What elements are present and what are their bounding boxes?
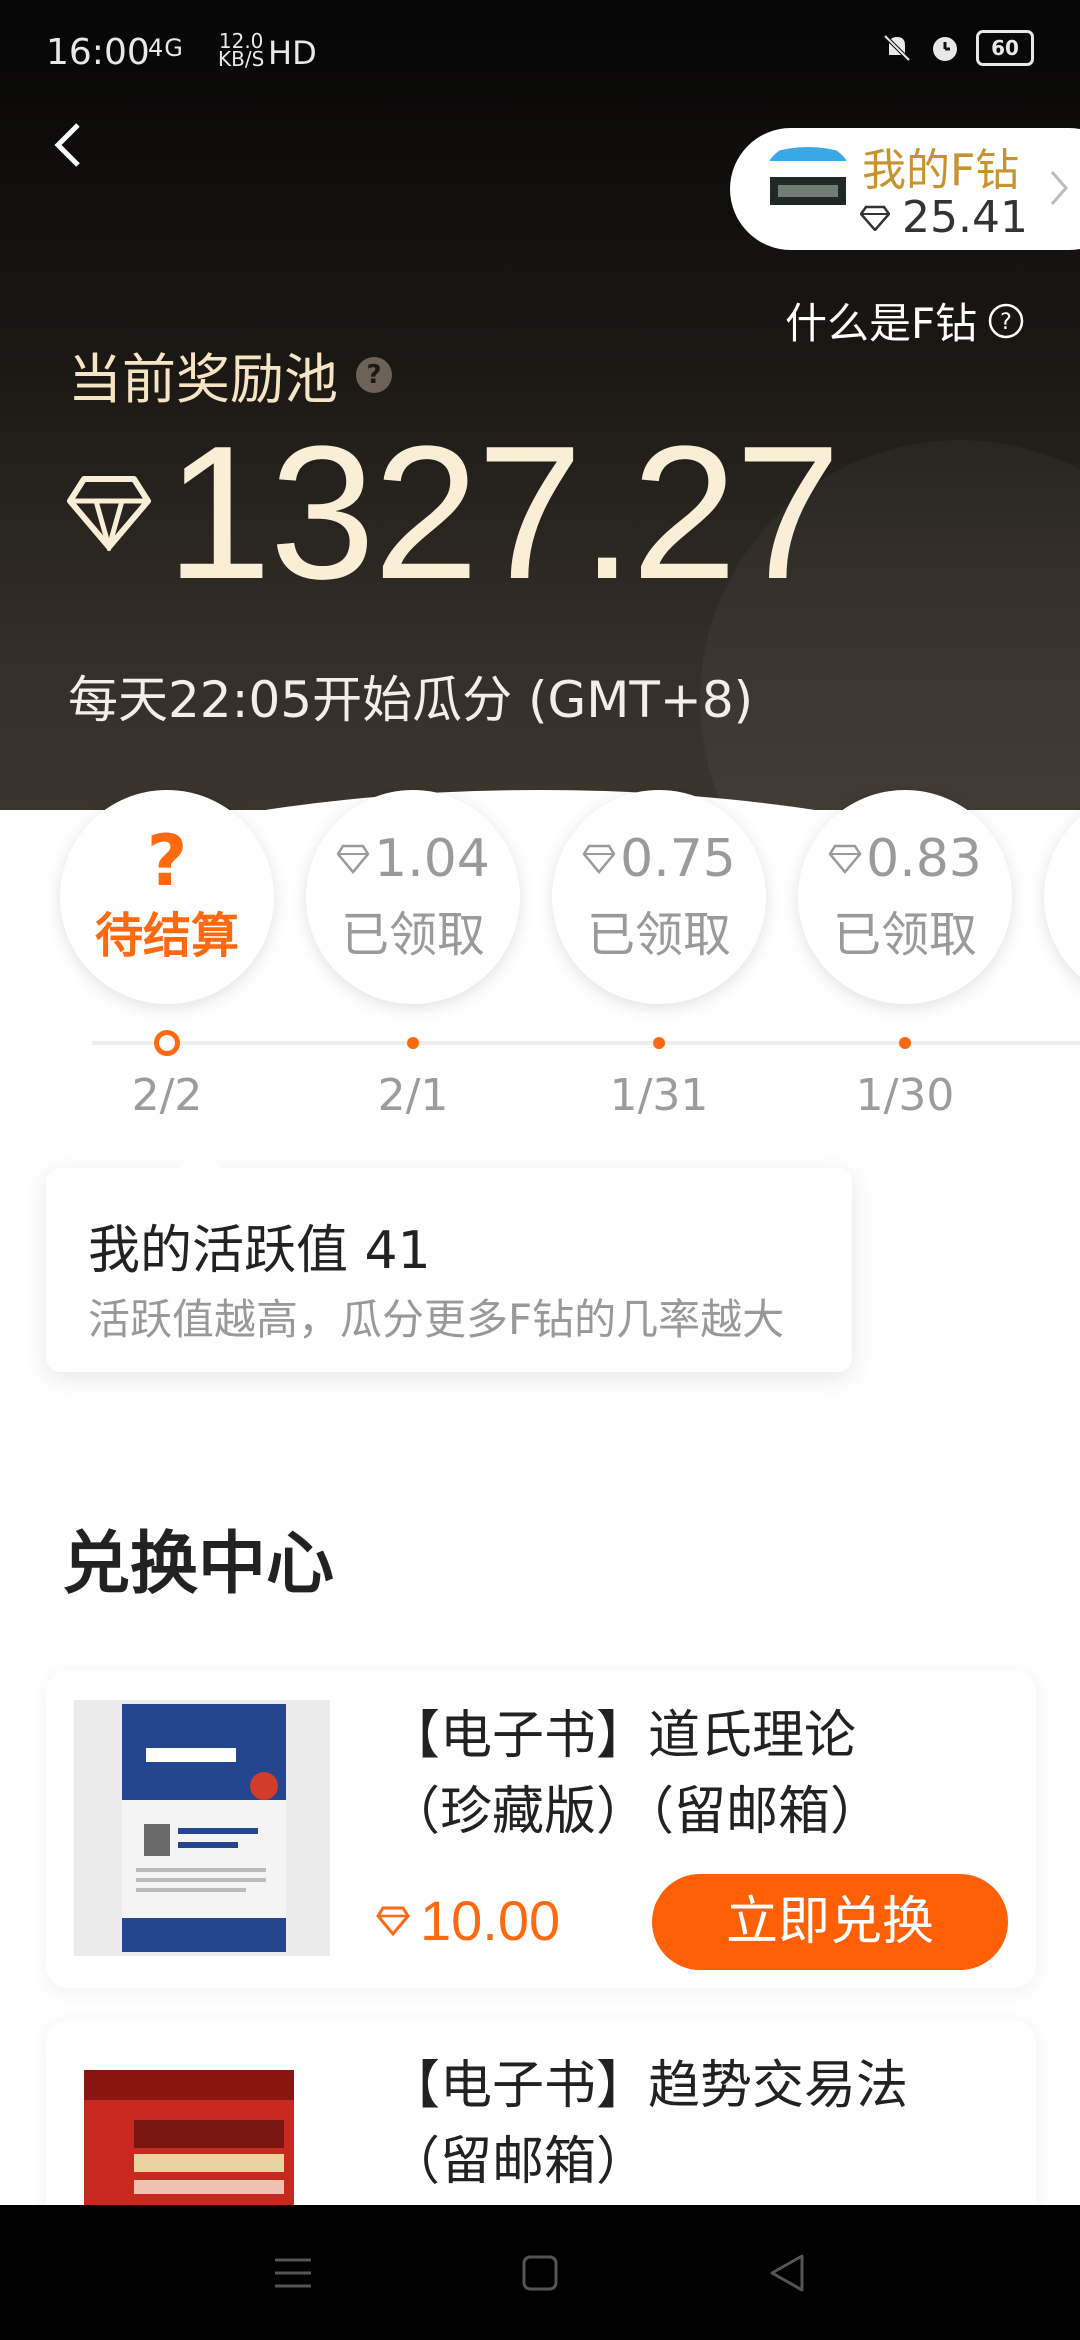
timeline-dot-active [154,1030,180,1056]
battery-icon: 60 [976,30,1034,66]
daily-rewards-timeline: ? 待结算 2/2 1.04 已领取 2/1 0.75 已领取 1/31 0.8… [0,785,1080,1125]
reward-pool-amount: 1327.27 [66,407,841,619]
diamond-icon [582,844,616,874]
reward-pool-label: 当前奖励池 ? [68,335,392,414]
timeline-dot [407,1037,419,1049]
status-icons: 60 [880,30,1034,66]
day-circle[interactable]: 0.83 已领取 [798,790,1012,1004]
distribution-time-note: 每天22:05开始瓜分 (GMT+8) [68,671,754,729]
back-nav-button[interactable] [757,2243,817,2303]
day-status: 已领取 [586,907,731,963]
system-navigation-bar [0,2205,1080,2340]
square-icon [522,2255,558,2290]
day-date: 1/31 [609,1070,709,1121]
item-price: 10.00 [376,1888,560,1953]
hd-indicator: HD [268,34,317,72]
reward-pool-header: 16:00 4G 12.0 KB/S HD 60 我的F钻 25.41 什么是F… [0,0,1080,810]
day-date: 2/2 [131,1070,203,1121]
my-diamonds-button[interactable]: 我的F钻 25.41 [730,128,1080,250]
network-speed: 12.0 KB/S [218,31,265,71]
what-is-diamond-label: 什么是F钻 [785,299,978,348]
wallet-title: 我的F钻 [862,145,1020,196]
reward-pool-value: 1327.27 [166,407,841,619]
day-circle-pending[interactable]: ? 待结算 [60,790,274,1004]
svg-text:?: ? [1000,310,1012,335]
activity-tooltip: 我的活跃值 41 活跃值越高，瓜分更多F钻的几率越大 [46,1146,852,1372]
item-title: 【电子书】趋势交易法 （留邮箱） [388,2048,1028,2200]
diamond-icon [860,205,890,231]
alarm-icon [928,31,962,65]
item-title-line1: 【电子书】道氏理论 [388,1706,857,1766]
diamond-icon [67,476,151,551]
tooltip-arrow [176,1146,224,1170]
timeline-line [92,1041,1080,1045]
diamond-icon [376,1906,410,1936]
network-indicator: 4G [148,34,184,62]
triangle-back-icon [770,2254,804,2291]
timeline-dot [899,1037,911,1049]
day-date: 1/30 [855,1070,955,1121]
item-price-value: 10.00 [420,1889,561,1952]
pool-help-icon[interactable]: ? [356,356,392,393]
item-title: 【电子书】道氏理论 （珍藏版）（留邮箱） [388,1698,1028,1850]
home-nav-button[interactable] [510,2243,570,2303]
day-amount-value: 0.83 [866,829,982,889]
speed-unit: KB/S [218,47,265,71]
activity-hint: 活跃值越高，瓜分更多F钻的几率越大 [88,1295,785,1344]
menu-nav-button[interactable] [263,2243,323,2303]
day-status: 已领取 [832,907,977,963]
item-title-line1: 【电子书】趋势交易法 [388,2056,909,2116]
timeline-dot [653,1037,665,1049]
day-circle[interactable] [1044,790,1080,1004]
redeem-button[interactable]: 立即兑换 [652,1874,1008,1970]
reward-pool-title: 当前奖励池 [68,348,338,411]
item-title-line2: （珍藏版）（留邮箱） [388,1782,883,1842]
item-title-line2: （留邮箱） [388,2132,649,2192]
day-amount: ? [146,820,188,902]
day-status: 已领取 [340,907,485,963]
avatar [760,141,856,237]
mute-icon [880,31,914,65]
status-bar: 16:00 4G 12.0 KB/S HD 60 [0,0,1080,108]
diamond-icon [828,844,862,874]
day-amount: 1.04 [336,829,490,889]
what-is-diamond-link[interactable]: 什么是F钻 ? [785,290,1025,351]
chevron-right-icon [1048,168,1072,212]
wallet-balance: 25.41 [860,192,1028,243]
exchange-item[interactable]: 【电子书】道氏理论 （珍藏版）（留邮箱） 10.00 立即兑换 [46,1670,1036,1988]
exchange-center-title: 兑换中心 [62,1525,335,1604]
day-circle[interactable]: 1.04 已领取 [306,790,520,1004]
day-date: 2/1 [377,1070,449,1121]
day-amount-value: 1.04 [374,829,490,889]
day-status: 待结算 [94,908,239,964]
help-circle-icon: ? [988,303,1024,338]
status-time: 16:00 [46,32,150,73]
day-amount: 0.75 [582,829,736,889]
day-amount: 0.83 [828,829,982,889]
wallet-balance-value: 25.41 [902,192,1028,243]
day-circle[interactable]: 0.75 已领取 [552,790,766,1004]
back-arrow-icon [54,123,80,167]
back-button[interactable] [40,115,100,175]
day-amount-value: 0.75 [620,829,736,889]
diamond-icon [336,844,370,874]
menu-icon [275,2258,312,2287]
activity-value: 我的活跃值 41 [88,1221,431,1281]
book-cover-image [74,1700,330,1956]
